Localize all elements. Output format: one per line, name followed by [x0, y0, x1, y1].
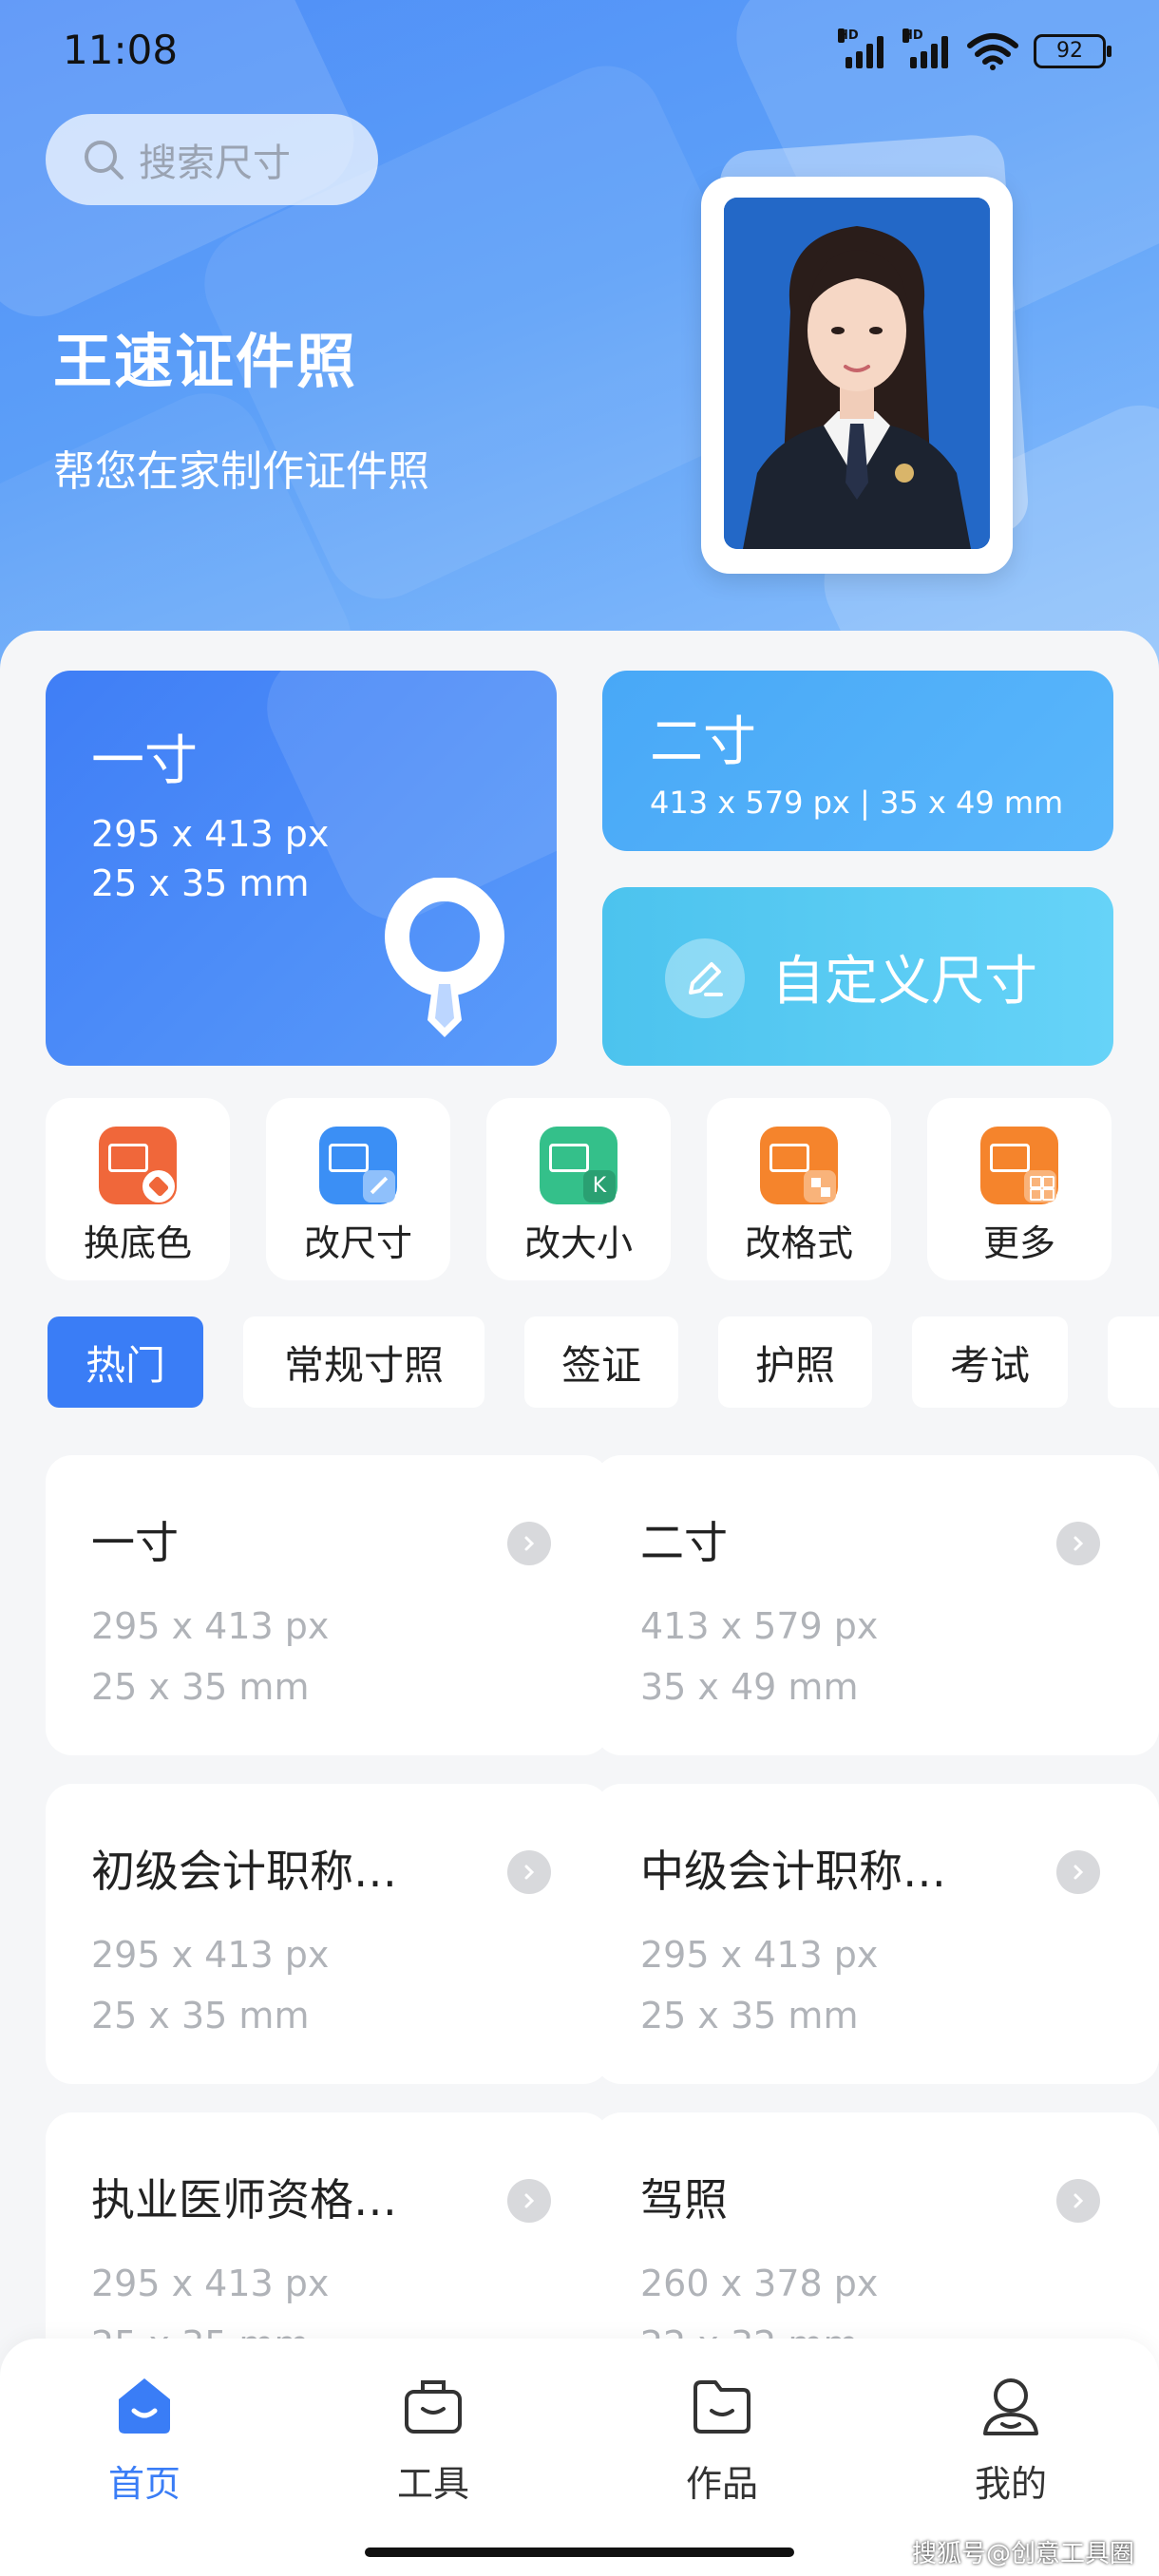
nav-mine[interactable]: 我的 — [916, 2375, 1106, 2507]
tool-file-size[interactable]: K 改大小 — [486, 1098, 671, 1280]
resize-icon — [319, 1127, 397, 1204]
wifi-icon — [967, 33, 1018, 70]
size-name: 初级会计职称… — [91, 1846, 397, 1897]
edit-icon — [665, 938, 745, 1018]
tool-label: 换底色 — [83, 1222, 192, 1264]
size-px: 260 x 378 px — [640, 2263, 879, 2304]
size-name: 中级会计职称… — [640, 1846, 946, 1897]
home-indicator[interactable] — [365, 2548, 794, 2557]
size-card[interactable]: 初级会计职称… 295 x 413 px 25 x 35 mm — [46, 1784, 610, 2084]
two-inch-title: 二寸 — [650, 711, 756, 773]
size-name: 驾照 — [640, 2174, 728, 2226]
size-name: 执业医师资格… — [91, 2174, 397, 2226]
chevron-right-icon — [507, 2179, 551, 2223]
one-inch-card[interactable]: 一寸 295 x 413 px 25 x 35 mm — [46, 671, 557, 1066]
format-icon — [760, 1127, 838, 1204]
nav-label: 我的 — [974, 2463, 1047, 2505]
nav-works[interactable]: 作品 — [627, 2375, 817, 2507]
cell-signal-icon: HD — [838, 28, 887, 68]
tool-label: 改尺寸 — [303, 1222, 412, 1264]
status-time: 11:08 — [63, 27, 179, 73]
size-name: 一寸 — [91, 1517, 179, 1568]
tool-label: 更多 — [982, 1222, 1055, 1264]
tab-regular[interactable]: 常规寸照 — [243, 1316, 484, 1408]
size-mm: 25 x 35 mm — [640, 1995, 859, 2036]
size-card[interactable]: 中级会计职称… 295 x 413 px 25 x 35 mm — [595, 1784, 1159, 2084]
tool-resize[interactable]: 改尺寸 — [266, 1098, 450, 1280]
toolbox-icon — [405, 2380, 462, 2434]
tab-visa[interactable]: 签证 — [524, 1316, 678, 1408]
size-mm: 25 x 35 mm — [91, 1666, 310, 1708]
app-title: 王速证件照 — [53, 327, 358, 396]
size-px: 295 x 413 px — [91, 2263, 330, 2304]
size-name: 二寸 — [640, 1517, 728, 1568]
more-icon — [980, 1127, 1058, 1204]
custom-size-button[interactable]: 自定义尺寸 — [602, 887, 1113, 1066]
battery-icon: 92 — [1034, 34, 1112, 68]
home-icon — [119, 2378, 170, 2434]
nav-home[interactable]: 首页 — [49, 2375, 239, 2507]
tool-label: 改格式 — [744, 1222, 853, 1264]
chevron-right-icon — [1056, 1522, 1100, 1565]
status-bar-icons: HD HD 92 — [838, 28, 1112, 70]
nav-label: 工具 — [396, 2463, 469, 2505]
one-inch-mm: 25 x 35 mm — [91, 862, 310, 904]
user-icon — [983, 2378, 1038, 2435]
search-icon — [85, 141, 124, 180]
size-card[interactable]: 二寸 413 x 579 px 35 x 49 mm — [595, 1455, 1159, 1755]
tab-passport[interactable]: 护照 — [718, 1316, 872, 1408]
watermark: 搜狐号@创意工具圈 — [911, 2540, 1134, 2568]
size-px: 295 x 413 px — [91, 1934, 330, 1976]
size-mm: 35 x 49 mm — [640, 1666, 859, 1708]
one-inch-title: 一寸 — [91, 730, 198, 792]
tool-format[interactable]: 改格式 — [707, 1098, 891, 1280]
chevron-right-icon — [507, 1522, 551, 1565]
chevron-right-icon — [1056, 2179, 1100, 2223]
tool-label: 改大小 — [523, 1222, 633, 1264]
change-background-icon — [99, 1127, 177, 1204]
cell-signal-icon: HD — [902, 28, 952, 68]
folder-icon — [694, 2380, 750, 2434]
tab-hot[interactable]: 热门 — [48, 1316, 203, 1408]
nav-label: 作品 — [685, 2463, 758, 2505]
nav-label: 首页 — [107, 2463, 180, 2505]
search-input[interactable]: 搜索尺寸 — [46, 114, 378, 205]
sample-id-photo — [724, 198, 990, 549]
two-inch-card[interactable]: 二寸 413 x 579 px | 35 x 49 mm — [602, 671, 1113, 851]
file-size-icon: K — [540, 1127, 618, 1204]
size-mm: 25 x 35 mm — [91, 1995, 310, 2036]
one-inch-px: 295 x 413 px — [91, 813, 330, 855]
nav-tools[interactable]: 工具 — [338, 2375, 528, 2507]
tab-exam[interactable]: 考试 — [912, 1316, 1068, 1408]
size-px: 295 x 413 px — [640, 1934, 879, 1976]
tab-overflow[interactable] — [1108, 1316, 1159, 1408]
custom-size-label: 自定义尺寸 — [771, 951, 1037, 1013]
app-subtitle: 帮您在家制作证件照 — [53, 447, 429, 496]
two-inch-spec: 413 x 579 px | 35 x 49 mm — [650, 785, 1064, 821]
chevron-right-icon — [1056, 1850, 1100, 1894]
size-card[interactable]: 一寸 295 x 413 px 25 x 35 mm — [46, 1455, 610, 1755]
tool-change-background[interactable]: 换底色 — [46, 1098, 230, 1280]
size-px: 413 x 579 px — [640, 1605, 879, 1647]
id-badge-icon — [385, 878, 504, 1037]
size-px: 295 x 413 px — [91, 1605, 330, 1647]
chevron-right-icon — [507, 1850, 551, 1894]
tool-more[interactable]: 更多 — [927, 1098, 1112, 1280]
search-placeholder: 搜索尺寸 — [139, 142, 291, 185]
